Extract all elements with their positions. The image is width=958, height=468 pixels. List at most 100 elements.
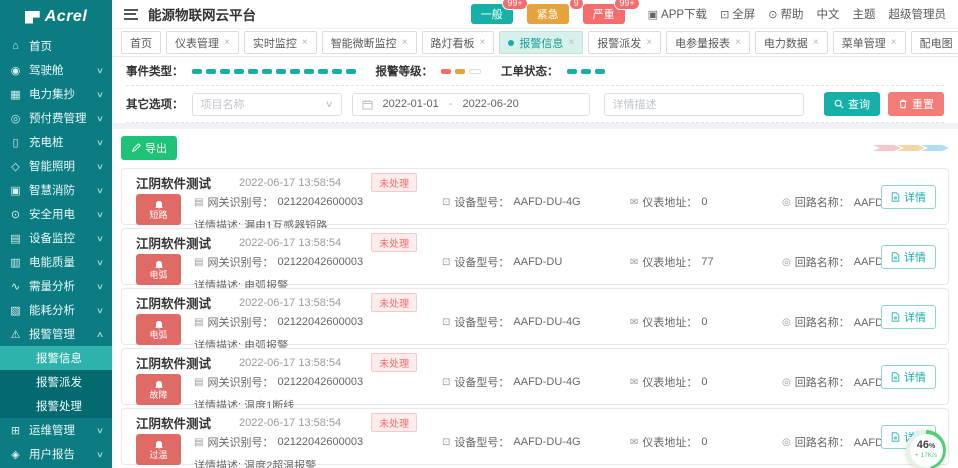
tab-close-icon[interactable]: × xyxy=(568,38,574,48)
tab[interactable]: 路灯看板 × xyxy=(422,31,495,54)
detail-button[interactable]: 详情 xyxy=(881,305,936,329)
sidebar-item[interactable]: 报警处理 xyxy=(0,394,112,418)
header-link[interactable]: 主题 xyxy=(853,6,876,22)
event-type-tag[interactable] xyxy=(276,69,286,74)
sidebar-item[interactable]: ⊙ 安全用电 ∨ xyxy=(0,202,112,226)
alarm-level-label: 紧急 xyxy=(537,9,559,21)
tab-close-icon[interactable]: × xyxy=(402,38,408,48)
mail-icon: ✉ xyxy=(630,317,638,328)
description-label: 详情描述: xyxy=(194,460,244,468)
reset-button[interactable]: 重置 xyxy=(888,92,944,116)
sidebar-item[interactable]: ⌂ 首页 xyxy=(0,34,112,58)
header-link-label: 全屏 xyxy=(732,6,755,22)
event-type-tag[interactable] xyxy=(290,69,300,74)
project-select[interactable]: 项目名称 ∨ xyxy=(192,93,342,116)
bell-icon xyxy=(154,440,164,450)
header-link[interactable]: 中文 xyxy=(817,6,840,22)
project-name: 江阴软件测试 xyxy=(136,233,211,252)
tab-close-icon[interactable]: × xyxy=(646,38,652,48)
hamburger-menu-icon[interactable] xyxy=(124,9,138,20)
tab[interactable]: 电力数据 × xyxy=(755,31,828,54)
tab[interactable]: 智能微断监控 × xyxy=(322,31,417,54)
detail-button-label: 详情 xyxy=(904,369,926,385)
sidebar-item[interactable]: ⊞ 运维管理 ∨ xyxy=(0,418,112,442)
detail-button[interactable]: 详情 xyxy=(881,365,936,389)
page-title: 能源物联网云平台 xyxy=(148,4,256,24)
order-status-tag[interactable] xyxy=(567,69,577,74)
sidebar-item[interactable]: 报警派发 xyxy=(0,370,112,394)
sidebar-item[interactable]: ⚠ 报警管理 ∧ xyxy=(0,322,112,346)
tab-close-icon[interactable]: × xyxy=(735,38,741,48)
sidebar-item-label: 充电桩 xyxy=(29,134,64,150)
alarm-level-tag[interactable] xyxy=(469,69,481,74)
header-link[interactable]: ⊙ 帮助 xyxy=(768,6,803,22)
alarm-level-badge[interactable]: 紧急 9 xyxy=(527,4,569,24)
event-type-tag[interactable] xyxy=(332,69,342,74)
tab[interactable]: 报警信息 × xyxy=(499,31,583,54)
tab-close-icon[interactable]: × xyxy=(480,38,486,48)
description-input[interactable]: 详情描述 xyxy=(604,93,804,116)
performance-monitor-widget[interactable]: 46% + 17K/s xyxy=(906,430,946,468)
sidebar-item[interactable]: ▥ 电能质量 ∨ xyxy=(0,250,112,274)
event-type-tag[interactable] xyxy=(192,69,202,74)
sidebar-item[interactable]: ▤ 设备监控 ∨ xyxy=(0,226,112,250)
device-model-label: 设备型号： xyxy=(454,314,509,330)
tab-close-icon[interactable]: × xyxy=(813,38,819,48)
tab-close-icon[interactable]: × xyxy=(302,38,308,48)
acrel-logo: Acrel xyxy=(0,0,112,34)
tab[interactable]: 仪表管理 × xyxy=(166,31,239,54)
tab-label: 电参量报表 xyxy=(675,35,730,51)
tab[interactable]: 实时监控 × xyxy=(244,31,317,54)
event-type-tag[interactable] xyxy=(206,69,216,74)
detail-button[interactable]: 详情 xyxy=(881,245,936,269)
sidebar-item[interactable]: ▧ 能耗分析 ∨ xyxy=(0,298,112,322)
card-header: 江阴软件测试 2022-06-17 13:58:54 未处理 xyxy=(136,234,934,251)
order-status-tag[interactable] xyxy=(581,69,591,74)
tab[interactable]: 报警派发 × xyxy=(588,31,661,54)
header-link[interactable]: 超级管理员 xyxy=(889,6,947,22)
order-status-tag[interactable] xyxy=(595,69,605,74)
tab-close-icon[interactable]: × xyxy=(891,38,897,48)
card-header: 江阴软件测试 2022-06-17 13:58:54 未处理 xyxy=(136,354,934,371)
tab[interactable]: 菜单管理 × xyxy=(833,31,906,54)
header-link-label: APP下载 xyxy=(661,6,707,22)
event-type-tag[interactable] xyxy=(220,69,230,74)
device-model-label: 设备型号： xyxy=(454,254,509,270)
meter-address-label: 仪表地址： xyxy=(642,434,697,450)
logo-text: Acrel xyxy=(45,8,88,26)
sidebar-item[interactable]: ◉ 驾驶舱 ∨ xyxy=(0,58,112,82)
sidebar-item[interactable]: ◇ 智能照明 ∨ xyxy=(0,154,112,178)
sidebar-item[interactable]: ▣ 智慧消防 ∨ xyxy=(0,178,112,202)
event-type-tag[interactable] xyxy=(234,69,244,74)
device-model-label: 设备型号： xyxy=(454,434,509,450)
device-model-field: ⊡ 设备型号： AAFD-DU xyxy=(442,254,630,270)
tab[interactable]: 电参量报表 × xyxy=(666,31,750,54)
event-type-tag[interactable] xyxy=(248,69,258,74)
sidebar-item[interactable]: ▦ 电力集抄 ∨ xyxy=(0,82,112,106)
header-link[interactable]: ▣ APP下载 xyxy=(648,6,707,22)
event-type-tag[interactable] xyxy=(262,69,272,74)
alarm-level-tag[interactable] xyxy=(441,69,451,74)
sidebar-item[interactable]: ▯ 充电桩 ∨ xyxy=(0,130,112,154)
sidebar-item[interactable]: ∿ 需量分析 ∨ xyxy=(0,274,112,298)
sidebar-item[interactable]: ◎ 预付费管理 ∨ xyxy=(0,106,112,130)
tab[interactable]: 配电图 × xyxy=(911,31,958,54)
sidebar-item[interactable]: ◈ 用户报告 ∨ xyxy=(0,442,112,466)
alarm-card: 江阴软件测试 2022-06-17 13:58:54 未处理 过温 ▤ xyxy=(121,408,949,465)
event-type-tag[interactable] xyxy=(304,69,314,74)
detail-button[interactable]: 详情 xyxy=(881,185,936,209)
sidebar-item[interactable]: 报警信息 xyxy=(0,346,112,370)
alarm-level-tag[interactable] xyxy=(455,69,465,74)
alarm-count-badge: 9 xyxy=(569,0,584,10)
event-type-tag[interactable] xyxy=(318,69,328,74)
tab[interactable]: 首页 × xyxy=(121,31,161,54)
date-range-picker[interactable]: 2022-01-01 - 2022-06-20 xyxy=(352,93,590,116)
export-button[interactable]: 导出 xyxy=(121,136,177,160)
header-link[interactable]: ⊡ 全屏 xyxy=(720,6,755,22)
tab-close-icon[interactable]: × xyxy=(224,38,230,48)
search-button[interactable]: 查询 xyxy=(824,92,880,116)
alarm-level-badge[interactable]: 一般 99+ xyxy=(471,4,513,24)
event-type-tag[interactable] xyxy=(346,69,356,74)
alarm-level-badge[interactable]: 严重 99+ xyxy=(583,4,625,24)
header-link-label: 帮助 xyxy=(781,6,804,22)
